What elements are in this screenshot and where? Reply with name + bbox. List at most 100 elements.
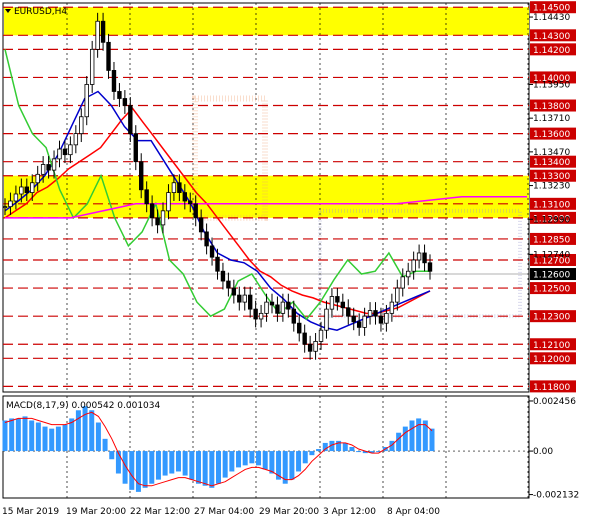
candle [302, 332, 307, 345]
macd-bar [302, 451, 308, 464]
candle [307, 343, 313, 352]
macd-bar [15, 418, 21, 452]
macd-bar [222, 451, 228, 478]
macd-bar [35, 422, 41, 452]
candle [106, 41, 111, 71]
macd-bar [162, 451, 168, 476]
candle [378, 315, 384, 324]
y-tick-label: 1.14430 [533, 13, 570, 23]
macd-bar [49, 428, 55, 452]
x-tick-label: 19 Mar 20:00 [66, 507, 126, 517]
x-tick-label: 29 Mar 20:00 [259, 507, 319, 517]
macd-bar [182, 451, 188, 476]
candle [220, 270, 226, 282]
macd-bar [242, 451, 248, 466]
macd-bar [82, 406, 88, 452]
macd-bar [142, 451, 148, 488]
macd-bar [236, 451, 242, 468]
macd-bar [102, 438, 108, 452]
macd-bar [42, 426, 48, 452]
candle [57, 148, 62, 160]
chart-title: EURUSD,H4 [14, 7, 67, 17]
level-label: 1.12100 [533, 341, 570, 351]
candle [406, 270, 411, 278]
candle [275, 304, 280, 314]
candle [395, 287, 400, 303]
candle [171, 182, 177, 193]
candle [280, 301, 286, 314]
candle [318, 329, 324, 342]
candle [384, 312, 389, 324]
candle [204, 231, 209, 247]
candle [226, 280, 231, 289]
macd-bar [149, 451, 155, 484]
y-tick-label: 1.12740 [533, 250, 570, 260]
macd-bar [349, 447, 355, 452]
candle [362, 315, 367, 328]
macd-bar [262, 451, 268, 470]
candle [193, 203, 198, 219]
macd-bar [316, 449, 322, 452]
macd-bar [296, 451, 302, 472]
candle [286, 301, 291, 310]
macd-bar [209, 451, 215, 488]
macd-bar [109, 451, 115, 460]
candle [253, 308, 258, 320]
candle [209, 245, 215, 258]
chart-canvas: 1.145001.143001.142001.140001.138001.136… [2, 1, 579, 517]
y-tick-label: 1.13470 [533, 148, 570, 158]
macd-bar [356, 451, 362, 453]
macd-bar [9, 418, 15, 452]
candle [346, 307, 351, 317]
macd-bar [75, 410, 81, 452]
candle [324, 308, 329, 331]
macd-y-tick-label: -0.002132 [533, 491, 579, 501]
candle [30, 182, 35, 193]
candle [188, 200, 193, 205]
level-label: 1.14300 [533, 32, 570, 42]
level-label: 1.13600 [533, 130, 570, 140]
candle [46, 164, 51, 171]
macd-bar [396, 432, 402, 452]
y-tick-label: 1.12990 [533, 215, 570, 225]
candle [139, 161, 144, 191]
macd-bar [309, 451, 315, 456]
macd-bar [115, 451, 121, 474]
macd-bar [322, 442, 328, 452]
candle [177, 182, 182, 193]
candle [329, 296, 335, 310]
candle [427, 262, 433, 272]
level-label: 1.12850 [533, 235, 570, 245]
candle [79, 116, 84, 135]
macd-bar [89, 410, 95, 452]
candle [264, 301, 269, 314]
macd-bar [342, 442, 348, 452]
macd-bar [29, 420, 35, 452]
macd-bar [155, 451, 161, 480]
macd-bar [62, 424, 68, 452]
candle [258, 312, 264, 320]
candle [160, 210, 166, 226]
macd-bar [249, 451, 255, 464]
macd-panel [2, 395, 530, 499]
candle [231, 287, 237, 296]
macd-bar [129, 451, 135, 490]
resistance-zone [4, 7, 529, 36]
candle [237, 294, 242, 303]
candle [40, 164, 46, 175]
macd-bar [169, 451, 175, 474]
candle [62, 148, 68, 156]
candle [313, 341, 318, 352]
macd-bar [189, 451, 195, 480]
candle [73, 133, 79, 146]
macd-bar [269, 451, 275, 474]
candle [117, 91, 122, 99]
candle [400, 276, 405, 289]
candle [95, 20, 100, 50]
candle [411, 259, 416, 272]
x-tick-label: 3 Apr 12:00 [323, 507, 376, 517]
candle [13, 193, 19, 202]
macd-bar [202, 451, 208, 486]
candle [133, 133, 138, 163]
candle [373, 310, 378, 317]
